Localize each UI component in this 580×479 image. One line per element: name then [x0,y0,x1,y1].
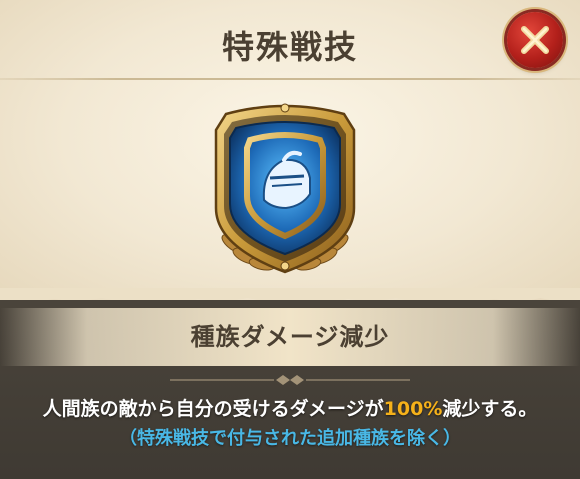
ornament-divider [170,375,410,385]
close-button[interactable] [507,12,563,68]
dialog-title: 特殊戦技 [221,28,358,66]
reduction-value: 100% [383,398,443,420]
skill-name: 種族ダメージ減少 [190,323,390,351]
skill-description: 人間族の敵から自分の受けるダメージが100%減少する。 [42,398,538,420]
header-panel: 特殊戦技 [0,0,580,300]
skill-emblem-icon [214,103,356,274]
skill-note: （特殊戦技で付与された追加種族を除く） [119,428,461,449]
special-skill-dialog: 特殊戦技 種族ダメージ減少 人間族の敵から自分の受けるダメージが100%減少する… [0,0,580,479]
title-divider [0,78,580,80]
skill-name-banner: 種族ダメージ減少 [0,308,580,366]
close-icon [521,26,549,54]
